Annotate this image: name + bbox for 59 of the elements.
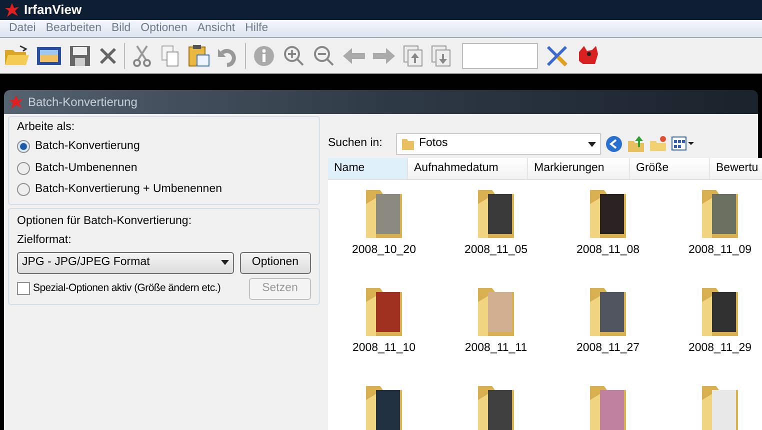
column-header[interactable]: Name [328,158,408,179]
group-legend: Arbeite als: [17,119,311,136]
format-dropdown[interactable]: JPG - JPG/JPEG Format [17,252,234,274]
up-folder-icon[interactable] [627,135,645,153]
column-header[interactable]: Größe [630,158,710,179]
folder-name: 2008_11_10 [352,341,416,356]
app-logo-icon [8,94,24,110]
radio-button[interactable] [17,182,30,196]
page-up-icon[interactable] [402,44,424,68]
copy-icon[interactable] [159,44,181,68]
column-header[interactable]: Markierungen [528,158,630,179]
format-label: Zielformat: [17,233,72,248]
right-arrow-icon[interactable] [372,46,396,66]
zoom-out-icon[interactable] [312,44,336,68]
slideshow-icon[interactable] [36,44,62,66]
menu-item[interactable]: Ansicht [192,20,240,38]
group-legend: Optionen für Batch-Konvertierung: [17,213,311,230]
dialog-title: Batch-Konvertierung [28,94,138,111]
back-icon[interactable] [605,135,623,153]
window-title: IrfanView [24,1,82,20]
page-down-icon[interactable] [430,44,452,68]
view-menu-icon[interactable] [671,136,695,152]
radio-label: Batch-Umbenennen [35,160,138,176]
save-icon[interactable] [68,44,92,68]
radio-label: Batch-Konvertierung [35,139,140,154]
options-button[interactable]: Optionen [240,252,311,274]
menu-item[interactable]: Hilfe [240,20,274,38]
folder-name: 2008_11_09 [688,243,752,258]
paste-icon[interactable] [187,44,211,68]
column-header[interactable]: Aufnahmedatum [408,158,528,179]
scissors-icon[interactable] [131,44,153,68]
caret-icon [220,260,228,265]
open-folder-icon[interactable] [4,44,30,68]
folder-icon [401,137,415,151]
radio-label: Batch-Konvertierung + Umbenennen [35,182,222,197]
radio-button[interactable] [17,140,30,154]
look-in-dropdown[interactable]: Fotos [396,133,601,155]
look-in-label: Suchen in: [328,136,384,152]
menu-item[interactable]: Datei [4,20,41,38]
checkbox-label: Spezial-Optionen aktiv (Größe ändern etc.) [33,280,221,296]
left-arrow-icon[interactable] [342,46,366,66]
folder-name: 2008_11_11 [464,341,528,356]
toolbar-input-field[interactable] [462,42,538,68]
folder-name: 2008_11_29 [688,341,752,356]
menu-item[interactable]: Bild [106,20,136,38]
app-logo-icon [4,2,20,18]
radio-button[interactable] [17,162,30,175]
folder-name: 2008_11_08 [576,243,640,258]
caret-icon [588,142,596,146]
folder-name: 2008_11_27 [576,341,640,356]
folder-name: 2008_10_20 [352,243,416,258]
menu-item[interactable]: Optionen [136,20,192,38]
close-icon[interactable] [98,46,118,66]
menu-item[interactable]: Bearbeiten [40,20,106,38]
zoom-in-icon[interactable] [282,44,306,68]
checkbox[interactable] [17,282,30,295]
folder-name: 2008_11_05 [464,243,528,258]
new-folder-icon[interactable] [649,135,667,153]
info-icon[interactable] [252,44,276,68]
